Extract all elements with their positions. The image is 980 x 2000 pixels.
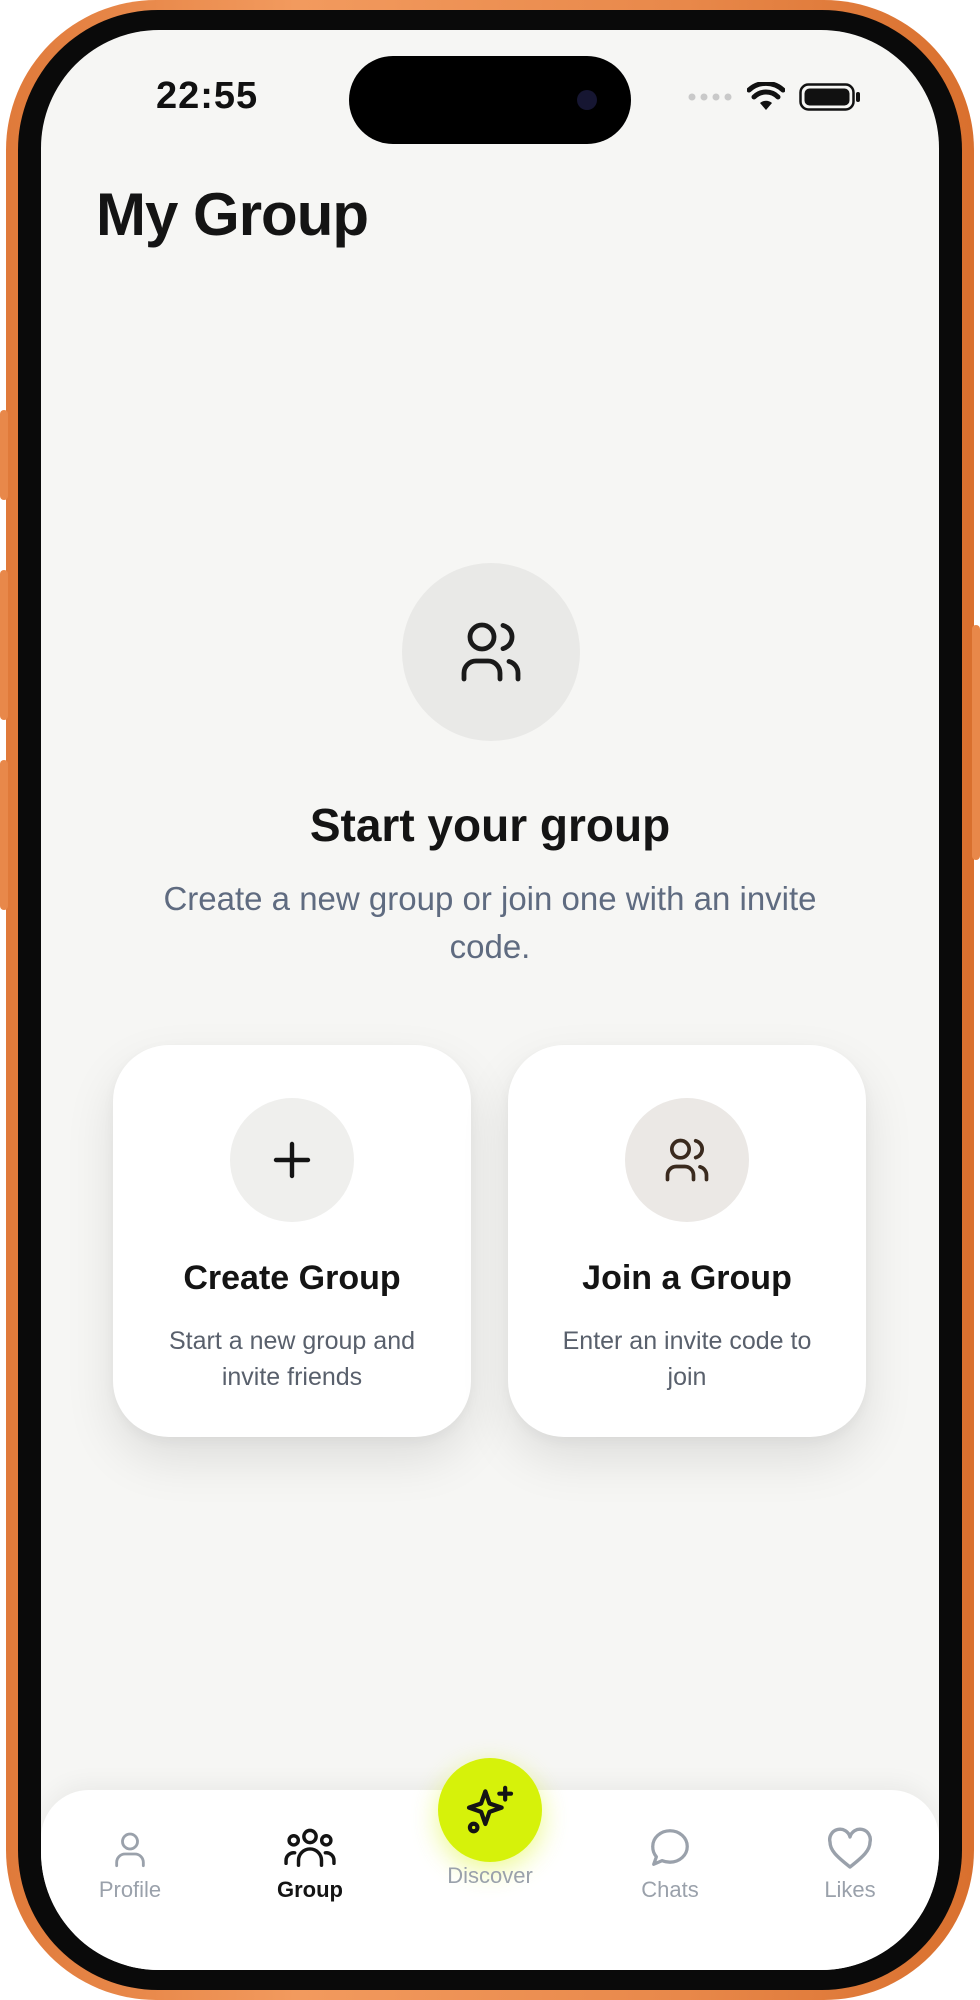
empty-state-subtitle: Create a new group or join one with an i… bbox=[163, 880, 817, 965]
plus-icon bbox=[273, 1141, 311, 1179]
join-group-title: Join a Group bbox=[582, 1259, 792, 1297]
status-icons bbox=[687, 82, 861, 112]
tab-chats[interactable]: Chats bbox=[590, 1815, 750, 1903]
join-icon-badge bbox=[625, 1098, 749, 1222]
tab-chats-label: Chats bbox=[641, 1877, 699, 1902]
join-group-description: Enter an invite code to join bbox=[562, 1327, 812, 1391]
create-group-description: Start a new group and invite friends bbox=[169, 1327, 415, 1391]
group-icon bbox=[284, 1828, 336, 1867]
tab-likes[interactable]: Likes bbox=[770, 1815, 930, 1903]
empty-state-title: Start your group bbox=[309, 799, 671, 851]
dynamic-island bbox=[349, 56, 631, 144]
sparkle-icon bbox=[466, 1785, 514, 1834]
page-title: My Group bbox=[96, 181, 369, 248]
discover-button[interactable] bbox=[438, 1758, 542, 1862]
person-icon bbox=[115, 1832, 145, 1868]
users-icon bbox=[461, 622, 521, 682]
status-time: 22:55 bbox=[156, 75, 259, 117]
tab-group-label: Group bbox=[277, 1877, 343, 1902]
heart-icon bbox=[828, 1827, 872, 1869]
volume-up-button bbox=[0, 570, 8, 720]
app-screen: 22:55 My Group Start your group Create a… bbox=[41, 30, 939, 1970]
camera-icon bbox=[577, 90, 597, 110]
tab-profile[interactable]: Profile bbox=[50, 1815, 210, 1903]
create-group-title: Create Group bbox=[183, 1259, 401, 1297]
create-group-card[interactable]: Create Group Start a new group and invit… bbox=[113, 1045, 471, 1437]
signal-icon bbox=[688, 93, 732, 101]
tab-discover-label[interactable]: Discover bbox=[410, 1863, 570, 1889]
action-button bbox=[0, 410, 8, 500]
hero-icon-badge bbox=[402, 563, 580, 741]
users-icon bbox=[665, 1138, 709, 1182]
volume-down-button bbox=[0, 760, 8, 910]
chat-bubble-icon bbox=[651, 1829, 689, 1866]
tab-profile-label: Profile bbox=[98, 1877, 162, 1902]
power-button bbox=[972, 625, 980, 860]
tab-group[interactable]: Group bbox=[230, 1815, 390, 1903]
battery-icon bbox=[799, 83, 860, 111]
tab-likes-label: Likes bbox=[824, 1877, 876, 1902]
wifi-icon bbox=[747, 82, 785, 110]
join-group-card[interactable]: Join a Group Enter an invite code to joi… bbox=[508, 1045, 866, 1437]
create-icon-badge bbox=[230, 1098, 354, 1222]
